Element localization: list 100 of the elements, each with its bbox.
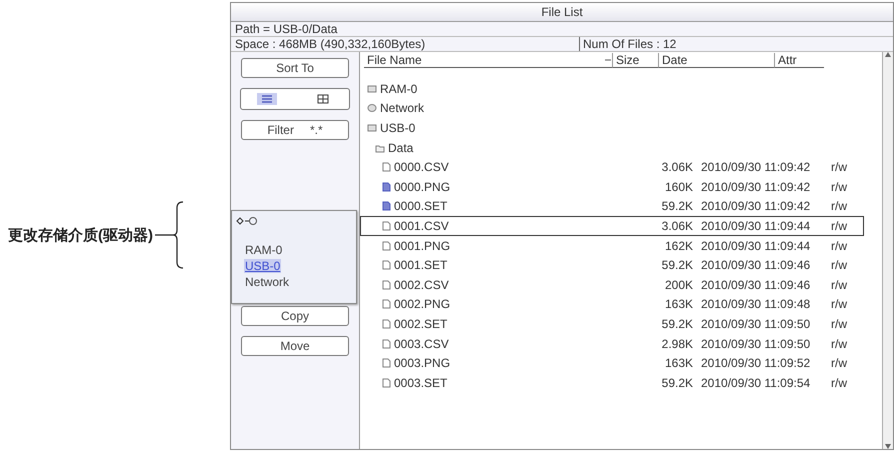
file-name: RAM-0 xyxy=(380,82,418,96)
image-file-icon xyxy=(381,182,391,192)
file-attr: r/w xyxy=(830,297,848,312)
file-icon xyxy=(381,378,391,388)
file-name: Network xyxy=(380,101,424,116)
window-title: File List xyxy=(541,5,583,19)
column-header[interactable]: Size xyxy=(612,53,658,68)
file-count-text: Num Of Files : 12 xyxy=(579,37,676,51)
network-drive-icon xyxy=(367,103,377,114)
file-name: 0001.PNG xyxy=(394,238,450,253)
file-icon xyxy=(381,280,391,290)
file-row[interactable]: 0003.SET 59.2K 2010/09/30 11:09:54 r/w xyxy=(360,372,864,392)
scrollbar[interactable] xyxy=(882,52,893,449)
file-row[interactable]: 0003.PNG 163K 2010/09/30 11:09:52 r/w xyxy=(360,353,864,373)
file-date: 2010/09/30 11:09:54 xyxy=(700,376,812,390)
file-row[interactable]: 0001.PNG 162K 2010/09/30 11:09:44 r/w xyxy=(360,236,864,256)
column-header[interactable]: File Name xyxy=(364,53,612,68)
drive-icon xyxy=(367,122,377,133)
folder-icon xyxy=(375,142,385,153)
file-row[interactable]: 0000.CSV 3.06K 2010/09/30 11:09:42 r/w xyxy=(360,157,864,177)
file-row[interactable]: 0000.PNG 160K 2010/09/30 11:09:42 r/w xyxy=(360,176,864,197)
file-attr: r/w xyxy=(830,180,848,194)
file-size: 3.06K xyxy=(660,160,693,174)
file-row[interactable]: 0001.SET 59.2K 2010/09/30 11:09:46 r/w xyxy=(360,255,864,275)
file-name: 0001.CSV xyxy=(394,218,449,233)
file-name: 0002.PNG xyxy=(394,297,450,312)
file-row[interactable]: Network xyxy=(360,98,864,118)
file-date: 2010/09/30 11:09:50 xyxy=(700,316,812,331)
annotation-label: 更改存储介质(驱动器) xyxy=(8,226,153,244)
file-icon xyxy=(381,338,391,349)
file-name: 0000.CSV xyxy=(394,160,449,174)
file-icon xyxy=(381,358,391,368)
filter-button[interactable]: Filter *.* xyxy=(241,120,349,140)
file-date: 2010/09/30 11:09:42 xyxy=(700,160,812,174)
file-attr: r/w xyxy=(830,160,848,174)
file-name: 0003.SET xyxy=(394,376,448,390)
file-size: 162K xyxy=(664,238,693,253)
list-view-icon[interactable] xyxy=(257,93,277,105)
file-size: 59.2K xyxy=(660,316,693,331)
file-attr: r/w xyxy=(830,336,848,351)
file-size: 200K xyxy=(664,278,693,292)
file-date: 2010/09/30 11:09:46 xyxy=(700,258,812,272)
file-row[interactable]: 0003.CSV 2.98K 2010/09/30 11:09:50 r/w xyxy=(360,334,864,354)
file-name: 0003.PNG xyxy=(394,356,450,370)
file-size: 163K xyxy=(664,297,693,312)
scroll-up-icon[interactable] xyxy=(885,52,891,57)
file-date: 2010/09/30 11:09:52 xyxy=(700,356,812,370)
file-name: USB-0 xyxy=(380,120,416,135)
drive-menu-item[interactable]: RAM-0 xyxy=(244,243,284,257)
file-size: 59.2K xyxy=(660,376,693,390)
path-text: Path = USB-0/Data xyxy=(235,22,338,36)
file-icon xyxy=(381,299,391,310)
file-attr: r/w xyxy=(830,199,848,214)
file-name: 0001.SET xyxy=(394,258,448,272)
sort-button[interactable]: Sort To xyxy=(241,58,349,78)
file-row[interactable]: 0000.SET 59.2K 2010/09/30 11:09:42 r/w xyxy=(360,196,864,216)
file-row[interactable]: USB-0 xyxy=(360,118,864,138)
scroll-down-icon[interactable] xyxy=(885,444,891,449)
file-date: 2010/09/30 11:09:46 xyxy=(700,278,812,292)
drive-menu-item[interactable]: USB-0 xyxy=(244,259,282,273)
column-header[interactable]: Date xyxy=(658,53,774,68)
file-attr: r/w xyxy=(830,238,848,253)
file-row[interactable]: 0002.PNG 163K 2010/09/30 11:09:48 r/w xyxy=(360,294,864,314)
file-icon xyxy=(381,240,391,251)
file-icon xyxy=(381,260,391,270)
file-row[interactable]: Data xyxy=(360,138,864,158)
file-date: 2010/09/30 11:09:42 xyxy=(700,180,812,194)
file-name: 0000.PNG xyxy=(394,180,450,194)
file-row[interactable]: 0001.CSV 3.06K 2010/09/30 11:09:44 r/w xyxy=(360,216,864,236)
file-size: 160K xyxy=(664,180,693,194)
file-name: 0002.CSV xyxy=(394,278,449,292)
file-date: 2010/09/30 11:09:44 xyxy=(700,218,812,233)
move-button[interactable]: Move xyxy=(241,336,349,356)
file-size: 163K xyxy=(664,356,693,370)
file-date: 2010/09/30 11:09:48 xyxy=(700,297,812,312)
file-row[interactable]: 0002.SET 59.2K 2010/09/30 11:09:50 r/w xyxy=(360,314,864,334)
file-name: Data xyxy=(388,140,414,155)
file-icon xyxy=(381,220,391,231)
file-icon xyxy=(381,318,391,329)
column-header[interactable]: Attr xyxy=(774,53,824,68)
drive-icon xyxy=(367,84,377,94)
file-attr: r/w xyxy=(830,278,848,292)
file-row[interactable]: RAM-0 xyxy=(360,79,864,99)
space-text: Space : 468MB (490,332,160Bytes) xyxy=(235,37,426,51)
file-attr: r/w xyxy=(830,316,848,331)
copy-button[interactable]: Copy xyxy=(241,306,349,326)
file-size: 59.2K xyxy=(660,258,693,272)
file-size: 3.06K xyxy=(660,218,693,233)
file-size: 59.2K xyxy=(660,199,693,214)
file-attr: r/w xyxy=(830,356,848,370)
file-date: 2010/09/30 11:09:50 xyxy=(700,336,812,351)
file-size: 2.98K xyxy=(660,336,693,351)
drive-menu-item[interactable]: Network xyxy=(244,275,290,289)
file-row[interactable]: 0002.CSV 200K 2010/09/30 11:09:46 r/w xyxy=(360,274,864,295)
file-date: 2010/09/30 11:09:44 xyxy=(700,238,812,253)
file-attr: r/w xyxy=(830,376,848,390)
bracket-leader-drawing xyxy=(155,200,185,270)
file-attr: r/w xyxy=(830,258,848,272)
file-attr: r/w xyxy=(830,218,848,233)
file-icon xyxy=(381,162,391,172)
